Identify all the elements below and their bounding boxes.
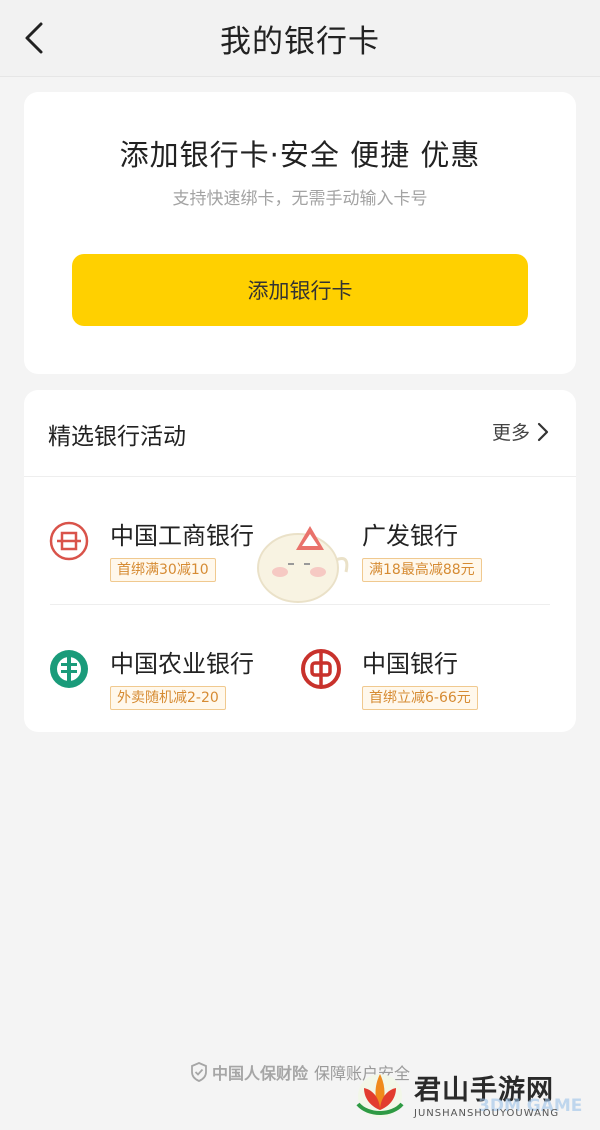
bank-name: 广发银行 bbox=[362, 522, 458, 550]
add-card-title: 添加银行卡·安全 便捷 优惠 bbox=[119, 138, 481, 172]
bank-item-boc[interactable]: 中国银行 首绑立减6-66元 bbox=[300, 630, 560, 720]
more-label: 更多 bbox=[491, 422, 530, 444]
promo-tag: 外卖随机减2-20 bbox=[110, 686, 226, 710]
add-card-panel: 添加银行卡·安全 便捷 优惠 支持快速绑卡，无需手动输入卡号 添加银行卡 bbox=[24, 92, 576, 374]
insurer-name: 中国人保财险 bbox=[211, 1064, 308, 1083]
shield-icon bbox=[191, 1062, 207, 1082]
promo-tag: 满18最高减88元 bbox=[362, 558, 482, 582]
watermark: 君山手游网 3DM GAME JUNSHANSHOUYOUWANG bbox=[350, 1066, 596, 1126]
watermark-subtext: JUNSHANSHOUYOUWANG bbox=[414, 1108, 560, 1119]
more-link[interactable]: 更多 bbox=[492, 418, 550, 445]
promo-tag: 首绑立减6-66元 bbox=[362, 686, 478, 710]
lotus-logo-icon bbox=[356, 1074, 404, 1118]
chevron-right-icon bbox=[537, 422, 549, 441]
boc-logo-icon bbox=[301, 649, 341, 689]
promo-tag: 首绑满30减10 bbox=[110, 558, 216, 582]
nav-bar: 我的银行卡 bbox=[0, 0, 600, 77]
bank-name: 中国工商银行 bbox=[110, 522, 254, 550]
page-title: 我的银行卡 bbox=[220, 24, 380, 60]
abc-logo-icon bbox=[50, 650, 88, 688]
bank-name: 中国农业银行 bbox=[110, 650, 254, 678]
activities-header: 精选银行活动 更多 bbox=[24, 390, 576, 477]
add-bank-card-button[interactable]: 添加银行卡 bbox=[72, 254, 528, 326]
bank-item-abc[interactable]: 中国农业银行 外卖随机减2-20 bbox=[48, 630, 308, 720]
activities-title: 精选银行活动 bbox=[48, 424, 186, 450]
add-card-subtitle: 支持快速绑卡，无需手动输入卡号 bbox=[172, 189, 428, 209]
mascot-sticker-icon bbox=[257, 526, 349, 603]
bank-name: 中国银行 bbox=[362, 650, 458, 678]
icbc-logo-icon bbox=[49, 521, 89, 561]
